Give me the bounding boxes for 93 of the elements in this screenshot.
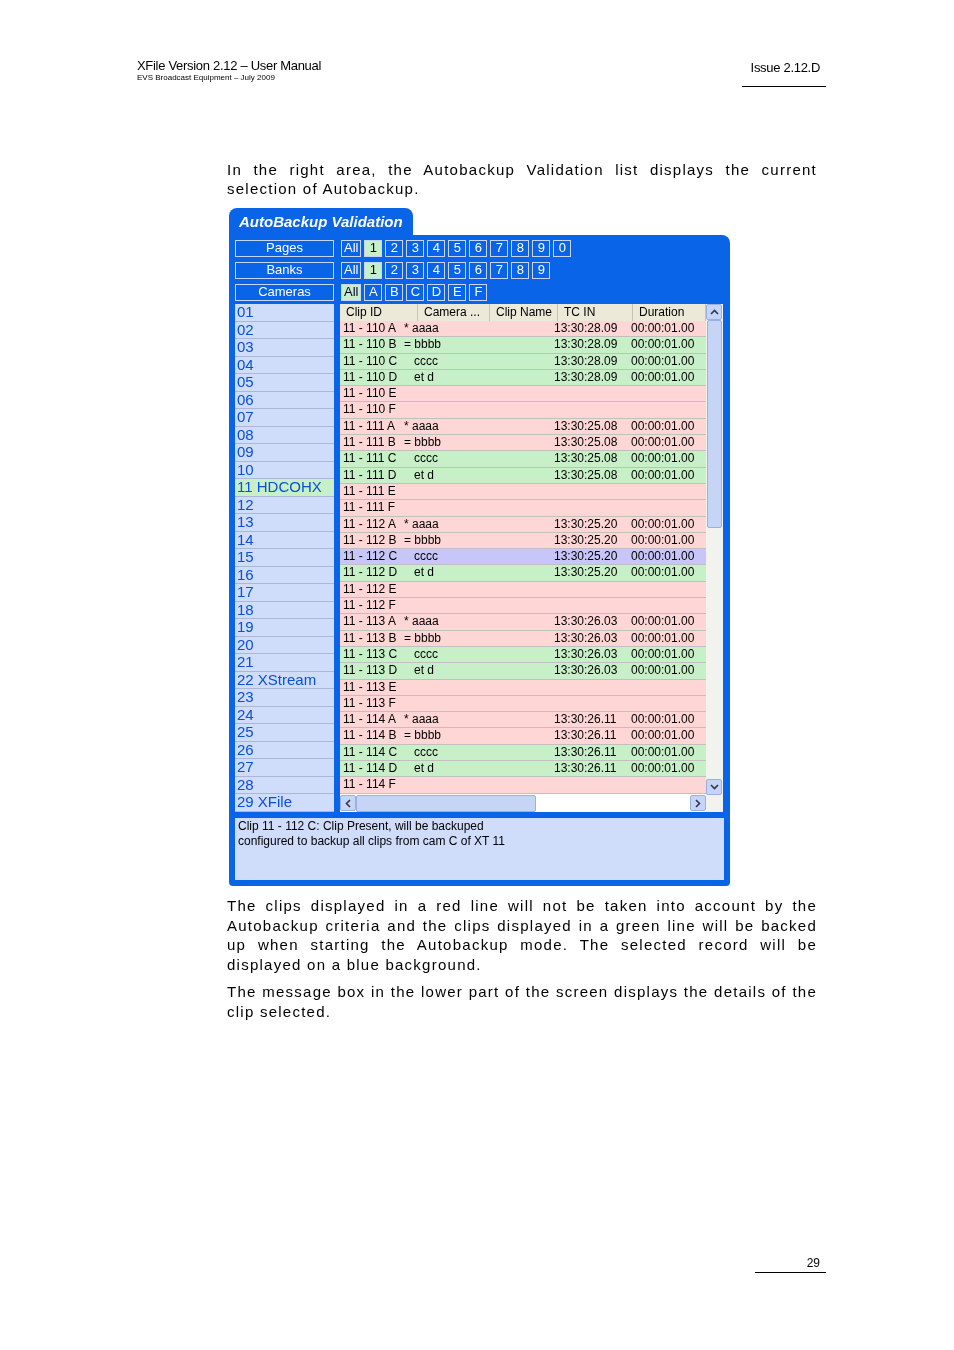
filter-option[interactable]: 7	[490, 240, 509, 257]
server-item[interactable]: 20	[235, 636, 334, 655]
filter-option[interactable]: 8	[511, 240, 530, 257]
server-item[interactable]: 16	[235, 566, 334, 585]
scrollbar-corner	[706, 795, 723, 812]
filter-option[interactable]: 5	[448, 240, 467, 257]
vertical-scrollbar[interactable]	[706, 304, 723, 795]
table-row[interactable]: 11 - 114 F	[340, 777, 706, 794]
server-item[interactable]: 24	[235, 706, 334, 725]
scroll-down-icon[interactable]	[706, 779, 722, 795]
server-item[interactable]: 08	[235, 426, 334, 445]
window-title: AutoBackup Validation	[229, 207, 413, 235]
server-item[interactable]: 19	[235, 619, 334, 637]
server-item[interactable]: 12	[235, 496, 334, 515]
filter-option[interactable]: 3	[406, 240, 425, 257]
server-item[interactable]: 03	[235, 339, 334, 357]
filter-option[interactable]: 8	[511, 262, 530, 279]
server-item[interactable]: 29 XFile	[235, 794, 334, 812]
table-row[interactable]: 11 - 114 D et d 13:30:26.11 00:00:01.00	[340, 761, 706, 778]
filter-option[interactable]: 2	[385, 262, 404, 279]
server-item[interactable]: 05	[235, 374, 334, 392]
filter-button[interactable]: Pages	[235, 240, 334, 257]
filter-option[interactable]: E	[448, 284, 467, 301]
page-number: 29	[755, 1254, 826, 1273]
scroll-thumb[interactable]	[356, 795, 536, 812]
table-row[interactable]: 11 - 111 F	[340, 500, 706, 517]
table-row[interactable]: 11 - 110 F	[340, 402, 706, 419]
filter-option[interactable]: All	[341, 262, 362, 279]
scroll-left-icon[interactable]	[340, 795, 356, 811]
filter-option[interactable]: 9	[532, 240, 551, 257]
server-item[interactable]: 06	[235, 391, 334, 410]
filter-option[interactable]: 7	[490, 262, 509, 279]
filter-button[interactable]: Banks	[235, 262, 334, 279]
filter-button[interactable]: Cameras	[235, 284, 334, 301]
server-item[interactable]: 15	[235, 549, 334, 567]
server-item[interactable]: 28	[235, 776, 334, 795]
filter-option[interactable]: 3	[406, 262, 425, 279]
table-row[interactable]: 11 - 114 B = bbbb 13:30:26.11 00:00:01.00	[340, 728, 706, 745]
scroll-right-icon[interactable]	[690, 795, 706, 811]
table-row[interactable]: 11 - 110 A * aaaa 13:30:28.09 00:00:01.00	[340, 321, 706, 338]
server-item[interactable]: 23	[235, 689, 334, 707]
document-subtitle: EVS Broadcast Equipment – July 2009	[137, 73, 276, 83]
table-row[interactable]: 11 - 112 F	[340, 598, 706, 615]
message-box: Clip 11 - 112 C: Clip Present, will be backuped configured to backup all clips from cam C of XT 11	[235, 818, 724, 880]
server-item[interactable]: 18	[235, 601, 334, 620]
filter-option[interactable]: All	[341, 284, 362, 301]
filter-option[interactable]: All	[341, 240, 362, 257]
filter-option[interactable]: 6	[469, 240, 488, 257]
scroll-thumb[interactable]	[707, 320, 722, 528]
server-item[interactable]: 14	[235, 531, 334, 550]
filter-option[interactable]: D	[427, 284, 446, 301]
table-row[interactable]: 11 - 111 C cccc 13:30:25.08 00:00:01.00	[340, 451, 706, 468]
table-row[interactable]: 11 - 110 E	[340, 386, 706, 403]
table-row[interactable]: 11 - 112 D et d 13:30:25.20 00:00:01.00	[340, 565, 706, 582]
filter-option[interactable]: 4	[427, 262, 446, 279]
server-item[interactable]: 22 XStream	[235, 671, 334, 690]
server-item[interactable]: 04	[235, 356, 334, 375]
scroll-up-icon[interactable]	[706, 304, 722, 320]
body-paragraph: The message box in the lower part of the screen displays the details of the clip selected.	[227, 982, 817, 1021]
filter-option[interactable]: 2	[385, 240, 404, 257]
server-item[interactable]: 25	[235, 724, 334, 742]
filter-option[interactable]: 4	[427, 240, 446, 257]
table-row[interactable]: 11 - 113 D et d 13:30:26.03 00:00:01.00	[340, 663, 706, 680]
server-item[interactable]: 07	[235, 409, 334, 427]
issue-number: Issue 2.12.D	[741, 58, 826, 87]
filter-option[interactable]: 6	[469, 262, 488, 279]
table-row[interactable]: 11 - 113 A * aaaa 13:30:26.03 00:00:01.00	[340, 614, 706, 631]
server-item[interactable]: 21	[235, 654, 334, 672]
server-item[interactable]: 02	[235, 321, 334, 340]
filter-option[interactable]: C	[406, 284, 425, 301]
filter-option[interactable]: 0	[553, 240, 572, 257]
server-item[interactable]: 17	[235, 584, 334, 602]
table-row[interactable]: 11 - 112 C cccc 13:30:25.20 00:00:01.00	[340, 549, 706, 566]
server-item[interactable]: 09	[235, 444, 334, 462]
table-row[interactable]: 11 - 111 B = bbbb 13:30:25.08 00:00:01.00	[340, 435, 706, 452]
server-item[interactable]: 26	[235, 741, 334, 760]
intro-paragraph: In the right area, the Autobackup Validation list displays the current selection of Autobackup.	[227, 159, 817, 199]
table-row[interactable]: 11 - 114 A * aaaa 13:30:26.11 00:00:01.00	[340, 712, 706, 729]
body-paragraph: The clips displayed in a red line will not be taken into account by the Autobackup criteria and the clips displayed in a green line will be backed up when starting the Autobackup mode. The selected record will be displayed on a blue background.	[227, 896, 817, 974]
filter-option[interactable]: 9	[532, 262, 551, 279]
table-row[interactable]: 11 - 110 B = bbbb 13:30:28.09 00:00:01.00	[340, 337, 706, 354]
filter-option[interactable]: 5	[448, 262, 467, 279]
server-item[interactable]: 13	[235, 514, 334, 532]
filter-option[interactable]: F	[469, 284, 488, 301]
horizontal-scrollbar[interactable]	[340, 795, 723, 812]
server-item[interactable]: 11 HDCOHX	[235, 479, 334, 497]
server-item[interactable]: 27	[235, 759, 334, 777]
filter-option[interactable]: A	[364, 284, 383, 301]
server-item[interactable]: 01	[235, 304, 334, 322]
filter-option[interactable]: B	[385, 284, 404, 301]
filter-option[interactable]: 1	[364, 262, 383, 279]
document-title: XFile Version 2.12 – User Manual	[137, 58, 322, 73]
filter-option[interactable]: 1	[364, 240, 383, 257]
